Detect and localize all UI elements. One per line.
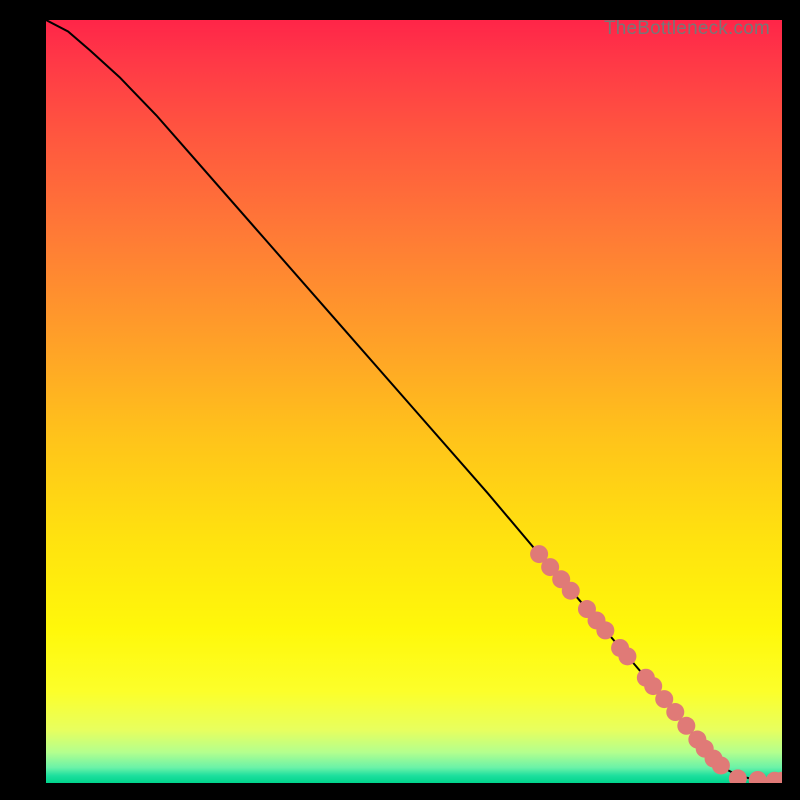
dot [749, 771, 767, 783]
chart-frame: TheBottleneck.com [0, 0, 800, 800]
plot-area: TheBottleneck.com [46, 20, 782, 783]
dot [618, 647, 636, 665]
dot [596, 621, 614, 639]
dot [712, 756, 730, 774]
highlight-dots [530, 545, 782, 783]
chart-overlay [46, 20, 782, 783]
dot [562, 582, 580, 600]
watermark-text: TheBottleneck.com [604, 18, 770, 40]
curve-path [46, 20, 782, 781]
